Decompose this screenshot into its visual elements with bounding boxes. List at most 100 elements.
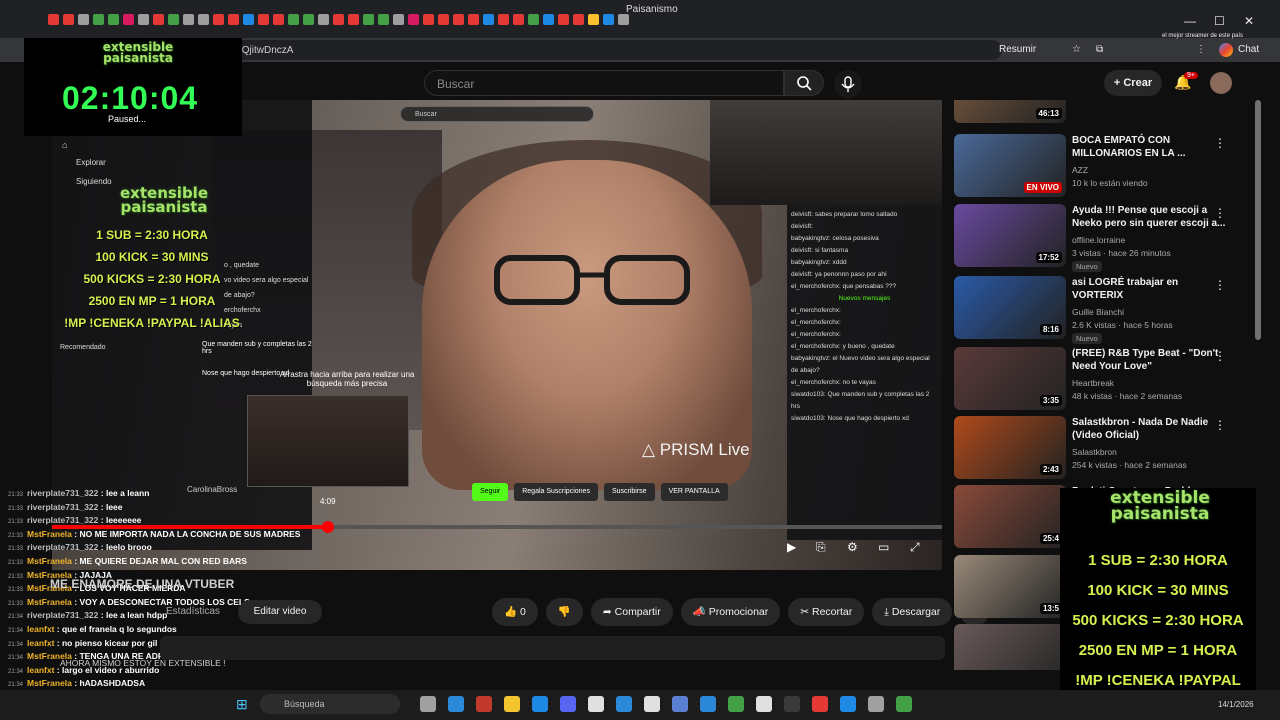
video-thumbnail[interactable]: [954, 624, 1066, 670]
maximize-icon[interactable]: ☐: [1214, 14, 1225, 28]
tab-favicon-icon[interactable]: [588, 14, 599, 25]
more-options-icon[interactable]: ⋮: [1214, 136, 1226, 150]
suggestion-title[interactable]: BOCA EMPATÓ CON MILLONARIOS EN LA ...: [1072, 134, 1232, 160]
taskbar-app-icon[interactable]: [896, 696, 912, 712]
search-button[interactable]: [784, 70, 824, 96]
suggestion-card[interactable]: 2:43 Salastkbron - Nada De Nadie (Video O…: [954, 416, 1254, 484]
tab-favicon-icon[interactable]: [78, 14, 89, 25]
tab-favicon-icon[interactable]: [258, 14, 269, 25]
browser-tabs[interactable]: [48, 14, 629, 34]
tab-favicon-icon[interactable]: [483, 14, 494, 25]
download-button[interactable]: ⤓ Descargar: [872, 598, 953, 626]
taskbar-app-icon[interactable]: [560, 696, 576, 712]
taskbar-app-icon[interactable]: [700, 696, 716, 712]
tab-favicon-icon[interactable]: [93, 14, 104, 25]
miniplayer-icon[interactable]: ▭: [878, 540, 889, 554]
create-button[interactable]: + Crear: [1104, 70, 1162, 96]
video-thumbnail[interactable]: 46:13: [954, 100, 1066, 123]
taskbar-app-icon[interactable]: [644, 696, 660, 712]
taskbar-app-icon[interactable]: [728, 696, 744, 712]
tab-favicon-icon[interactable]: [273, 14, 284, 25]
like-button[interactable]: 👍 0: [492, 598, 538, 626]
suggestion-card[interactable]: 17:52 Ayuda !!! Pense que escoji a Neeko …: [954, 204, 1254, 272]
home-icon[interactable]: ⌂: [62, 140, 67, 150]
settings-gear-icon[interactable]: ⚙: [847, 540, 858, 554]
video-thumbnail[interactable]: 13:5: [954, 555, 1066, 618]
tab-favicon-icon[interactable]: [213, 14, 224, 25]
tab-favicon-icon[interactable]: [468, 14, 479, 25]
chat-button[interactable]: Chat: [1238, 44, 1259, 55]
menu-kebab-icon[interactable]: ⋮: [1196, 44, 1206, 55]
subtitles-icon[interactable]: ⎘: [816, 540, 826, 555]
tab-favicon-icon[interactable]: [498, 14, 509, 25]
tab-favicon-icon[interactable]: [363, 14, 374, 25]
share-button[interactable]: ➦ Compartir: [590, 598, 673, 626]
taskbar-app-icon[interactable]: [756, 696, 772, 712]
dislike-button[interactable]: 👎: [545, 598, 583, 626]
suggestion-card[interactable]: 8:16 asi LOGRÉ trabajar en VORTERIX Guille…: [954, 276, 1254, 344]
video-thumbnail[interactable]: 3:35: [954, 347, 1066, 410]
stats-link[interactable]: Estadísticas: [166, 606, 220, 617]
more-options-icon[interactable]: ⋮: [1214, 206, 1226, 220]
tab-favicon-icon[interactable]: [228, 14, 239, 25]
taskbar-app-icon[interactable]: [784, 696, 800, 712]
taskbar-search[interactable]: Búsqueda: [260, 694, 400, 714]
tab-favicon-icon[interactable]: [63, 14, 74, 25]
clip-button[interactable]: ✂ Recortar: [788, 598, 865, 626]
tab-favicon-icon[interactable]: [453, 14, 464, 25]
tab-favicon-icon[interactable]: [108, 14, 119, 25]
edit-video-button[interactable]: Editar video: [238, 600, 322, 624]
taskbar-app-icon[interactable]: [812, 696, 828, 712]
tab-favicon-icon[interactable]: [618, 14, 629, 25]
video-thumbnail[interactable]: EN VIVO: [954, 134, 1066, 197]
resumir-button[interactable]: Resumir: [999, 44, 1036, 55]
tab-favicon-icon[interactable]: [333, 14, 344, 25]
search-input[interactable]: Buscar: [424, 70, 784, 96]
tab-favicon-icon[interactable]: [558, 14, 569, 25]
tab-favicon-icon[interactable]: [183, 14, 194, 25]
url-text[interactable]: com/watch?v=6QjitwDnczA: [172, 45, 1132, 63]
nav-explorar[interactable]: Explorar: [76, 158, 106, 167]
avatar[interactable]: [1210, 72, 1232, 94]
more-options-icon[interactable]: ⋮: [1214, 418, 1226, 432]
bookmark-star-icon[interactable]: ☆: [1072, 44, 1081, 55]
fullscreen-icon[interactable]: ⤢: [910, 540, 920, 555]
channel-name[interactable]: AZZ: [1072, 164, 1088, 176]
channel-name[interactable]: offline.lorraine: [1072, 234, 1125, 246]
video-thumbnail[interactable]: 17:52: [954, 204, 1066, 267]
tab-favicon-icon[interactable]: [48, 14, 59, 25]
minimize-icon[interactable]: —: [1184, 14, 1196, 28]
tab-favicon-icon[interactable]: [528, 14, 539, 25]
tab-favicon-icon[interactable]: [243, 14, 254, 25]
tab-favicon-icon[interactable]: [348, 14, 359, 25]
channel-name[interactable]: Heartbreak: [1072, 377, 1114, 389]
suggestion-title[interactable]: Ayuda !!! Pense que escoji a Neeko pero …: [1072, 204, 1232, 230]
suggestion-card[interactable]: 3:35 (FREE) R&B Type Beat - "Don't Need Y…: [954, 347, 1254, 415]
taskbar-app-icon[interactable]: [868, 696, 884, 712]
taskbar-app-icon[interactable]: [616, 696, 632, 712]
tab-favicon-icon[interactable]: [438, 14, 449, 25]
tab-favicon-icon[interactable]: [378, 14, 389, 25]
suggestion-title[interactable]: Salastkbron - Nada De Nadie (Video Ofici…: [1072, 416, 1232, 442]
tab-favicon-icon[interactable]: [168, 14, 179, 25]
tab-favicon-icon[interactable]: [513, 14, 524, 25]
taskbar-app-icon[interactable]: [420, 696, 436, 712]
tab-favicon-icon[interactable]: [153, 14, 164, 25]
description-box[interactable]: [160, 636, 945, 660]
taskbar-app-icon[interactable]: [504, 696, 520, 712]
tab-favicon-icon[interactable]: [423, 14, 434, 25]
copilot-icon[interactable]: [1219, 43, 1233, 57]
tab-favicon-icon[interactable]: [318, 14, 329, 25]
tab-favicon-icon[interactable]: [303, 14, 314, 25]
video-thumbnail[interactable]: 25:4: [954, 485, 1066, 548]
suggestion-title[interactable]: (FREE) R&B Type Beat - "Don't Need Your …: [1072, 347, 1232, 373]
suggestion-card[interactable]: EN VIVO BOCA EMPATÓ CON MILLONARIOS EN LA…: [954, 134, 1254, 202]
tab-favicon-icon[interactable]: [393, 14, 404, 25]
suggestion-title[interactable]: asi LOGRÉ trabajar en VORTERIX: [1072, 276, 1232, 302]
tab-favicon-icon[interactable]: [543, 14, 554, 25]
video-thumbnail[interactable]: 8:16: [954, 276, 1066, 339]
promote-button[interactable]: 📣 Promocionar: [680, 598, 781, 626]
channel-name[interactable]: Salastkbron: [1072, 446, 1117, 458]
close-window-icon[interactable]: ✕: [1244, 14, 1254, 28]
channel-name[interactable]: Guille Bianchi: [1072, 306, 1124, 318]
